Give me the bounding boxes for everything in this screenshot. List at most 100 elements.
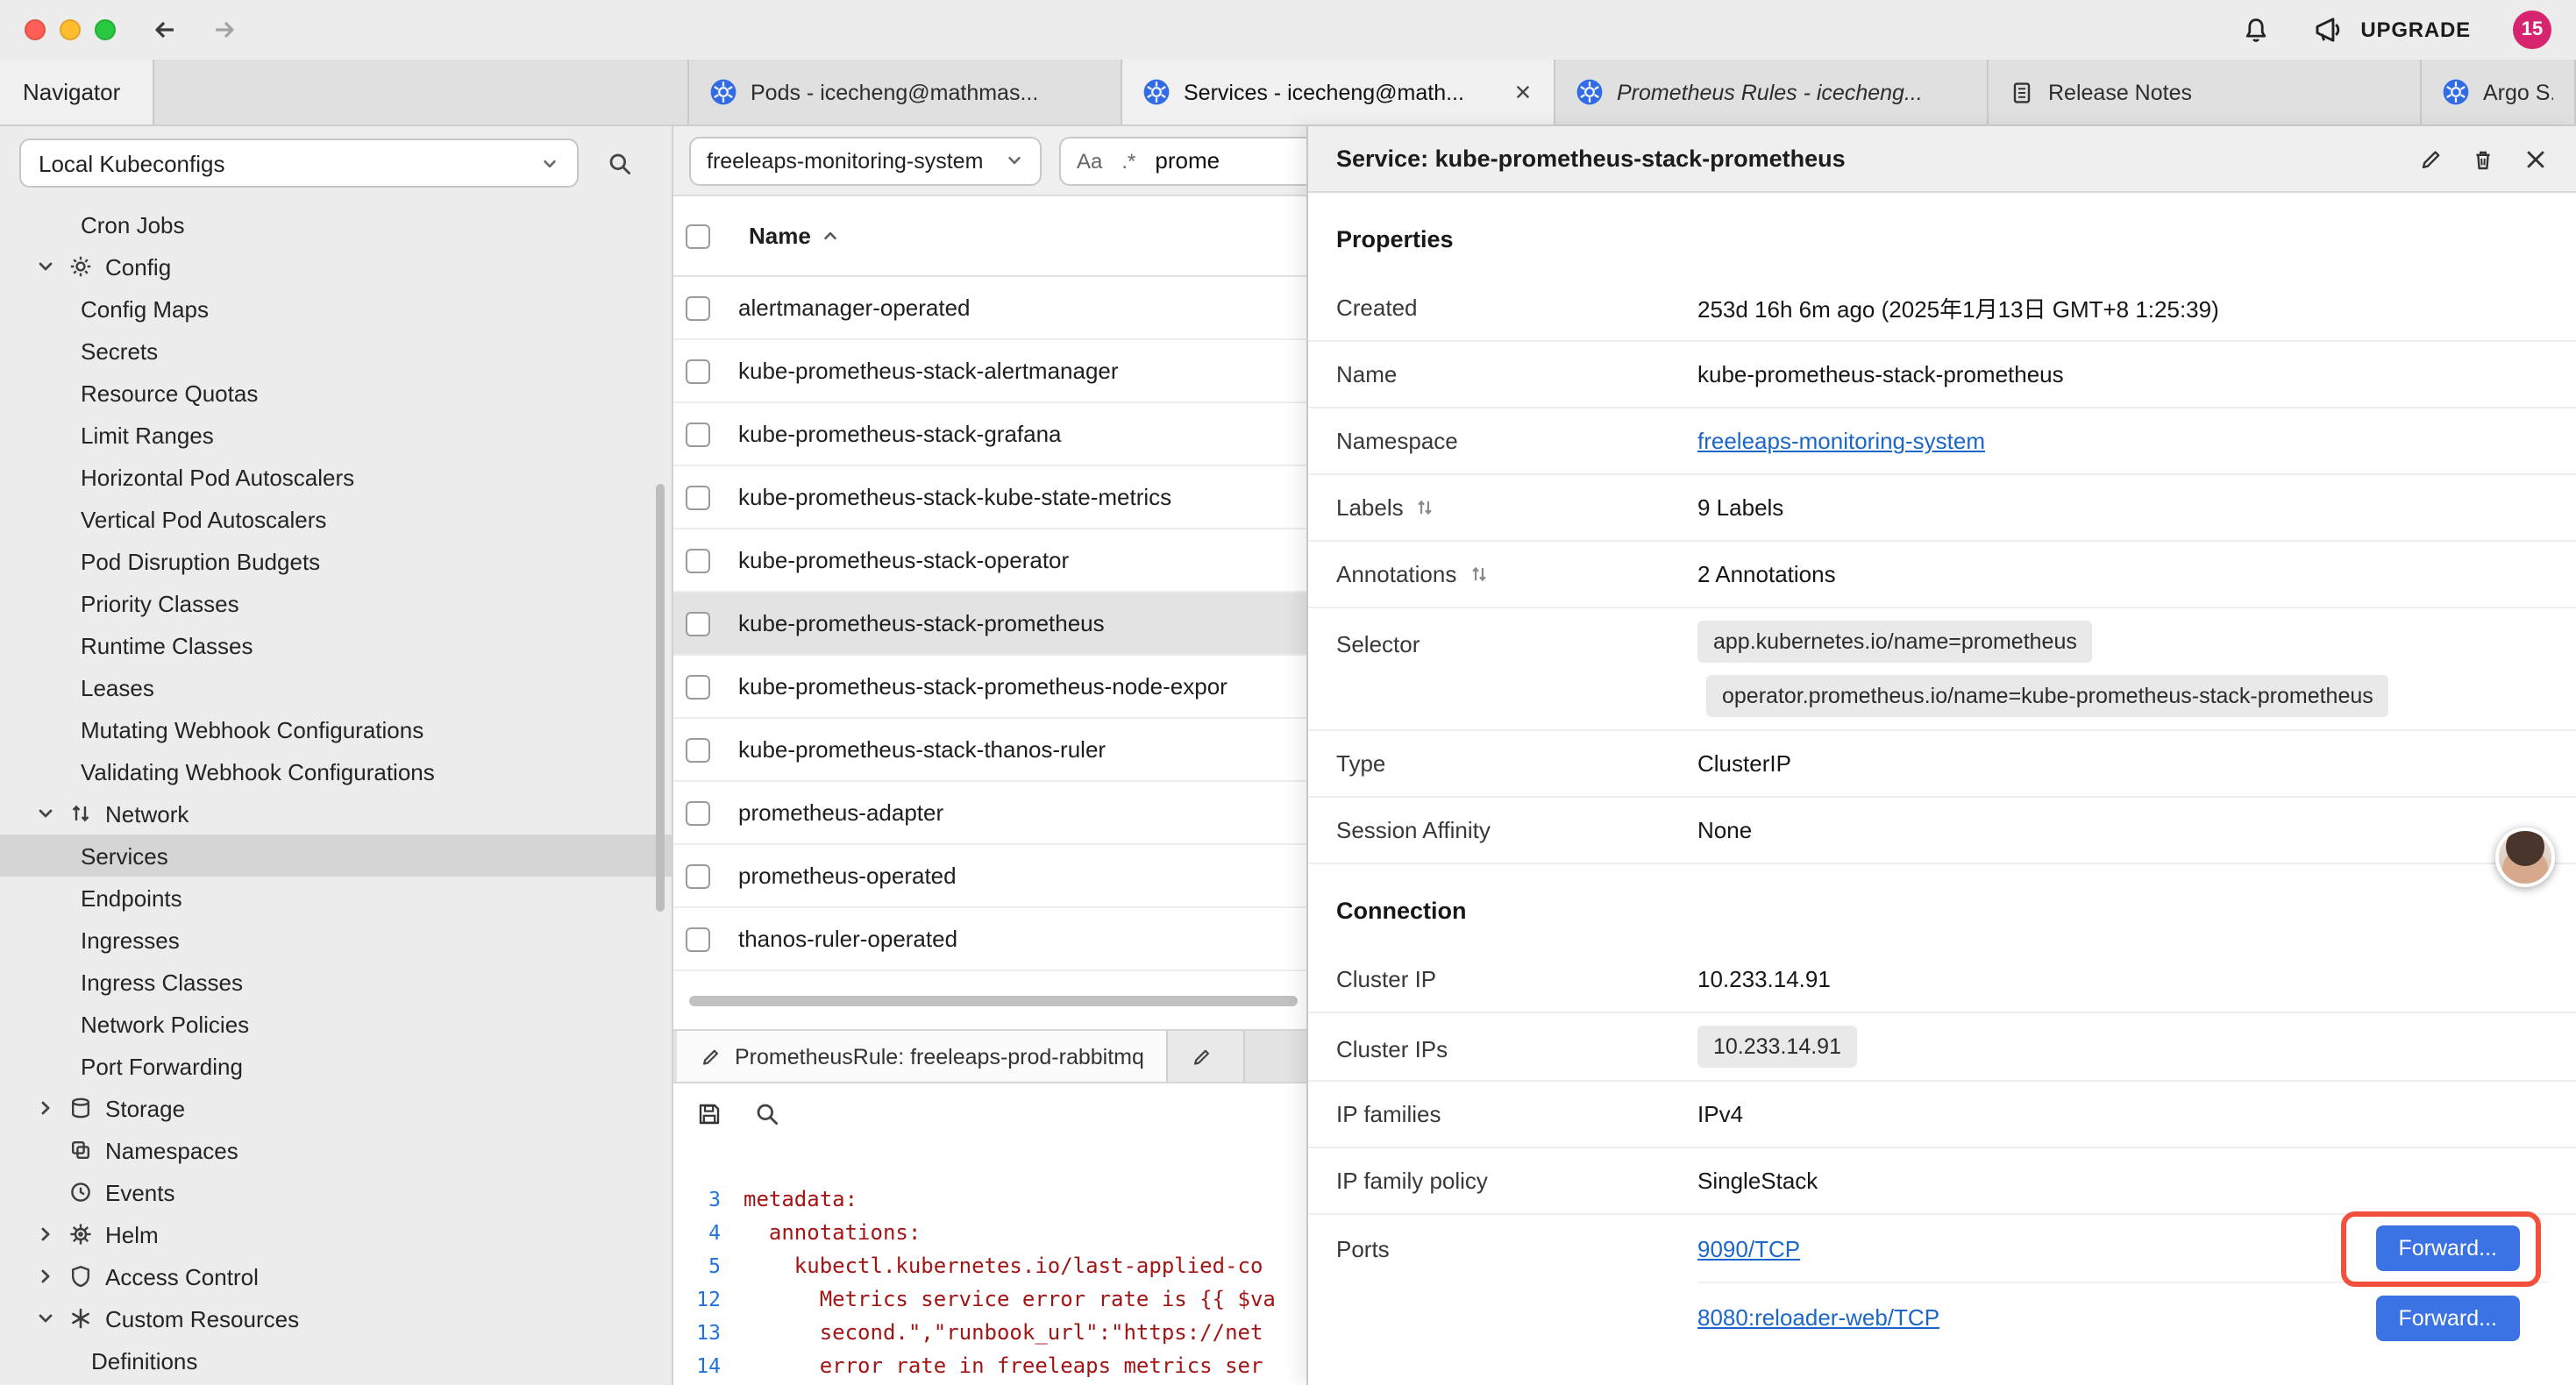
chevron-down-icon[interactable] [32,799,60,827]
back-arrow-icon[interactable] [151,16,179,44]
tab-prometheus-rules-icecheng[interactable]: Prometheus Rules - icecheng... [1555,60,1989,124]
close-icon[interactable] [1513,82,1533,102]
navigator-tab[interactable]: Navigator [0,60,154,124]
sidebar-item-validating-webhook-configurations[interactable]: Validating Webhook Configurations [0,750,672,792]
bell-icon[interactable] [2241,15,2271,45]
sidebar-item-vertical-pod-autoscalers[interactable]: Vertical Pod Autoscalers [0,498,672,540]
namespaces-icon [67,1137,93,1163]
sidebar-item-ingress-classes[interactable]: Ingress Classes [0,961,672,1003]
sidebar-item-horizontal-pod-autoscalers[interactable]: Horizontal Pod Autoscalers [0,456,672,498]
row-checkbox[interactable] [686,800,710,825]
service-name: kube-prometheus-stack-prometheus-node-ex… [738,673,1228,700]
field-label: IP families [1336,1101,1697,1127]
row-checkbox[interactable] [686,611,710,636]
megaphone-icon [2313,14,2345,46]
chevron-right-icon[interactable] [32,1262,60,1290]
kubeconfig-selector-value: Local Kubeconfigs [39,150,225,176]
namespace-selector[interactable]: freeleaps-monitoring-system [689,136,1042,185]
sidebar-item-custom-resources[interactable]: Custom Resources [0,1297,672,1339]
regex-toggle[interactable]: .* [1121,148,1135,173]
trash-icon[interactable] [2471,146,2495,171]
row-checkbox[interactable] [686,485,710,509]
sidebar-item-mutating-webhook-configurations[interactable]: Mutating Webhook Configurations [0,708,672,750]
row-checkbox[interactable] [686,737,710,762]
row-checkbox[interactable] [686,422,710,446]
tab-pods-icecheng-mathmas[interactable]: Pods - icecheng@mathmas... [689,60,1122,124]
row-checkbox[interactable] [686,295,710,320]
row-checkbox[interactable] [686,674,710,699]
port-link[interactable]: 9090/TCP [1697,1235,1800,1261]
sidebar-item-storage[interactable]: Storage [0,1087,672,1129]
sidebar-item-events[interactable]: Events [0,1171,672,1213]
sidebar-item-helm[interactable]: Helm [0,1213,672,1255]
sidebar-item-runtime-classes[interactable]: Runtime Classes [0,624,672,666]
close-window-button[interactable] [25,19,46,40]
save-icon[interactable] [696,1100,722,1126]
upgrade-button[interactable]: UPGRADE [2313,14,2471,46]
sidebar-item-endpoints[interactable]: Endpoints [0,877,672,919]
row-checkbox[interactable] [686,863,710,888]
chevron-down-icon[interactable] [32,1304,60,1332]
notification-badge[interactable]: 15 [2513,11,2551,49]
sidebar-item-config[interactable]: Config [0,245,672,288]
field-link[interactable]: freeleaps-monitoring-system [1697,428,1985,454]
minimize-window-button[interactable] [60,19,81,40]
sidebar-item-label: Access Control [105,1263,259,1289]
row-checkbox[interactable] [686,359,710,383]
search-icon[interactable] [754,1100,780,1126]
sidebar-item-secrets[interactable]: Secrets [0,330,672,372]
zoom-window-button[interactable] [95,19,116,40]
edit-icon[interactable] [2418,146,2443,171]
search-input[interactable]: prome [1155,147,1220,174]
match-case-toggle[interactable]: Aa [1077,148,1102,173]
sidebar-item-definitions[interactable]: Definitions [0,1339,672,1381]
tab-argo-s[interactable]: Argo S... [2422,60,2576,124]
sidebar-scrollbar[interactable] [656,484,665,912]
sidebar-item-network[interactable]: Network [0,792,672,835]
sidebar-item-priority-classes[interactable]: Priority Classes [0,582,672,624]
sort-ascending-icon[interactable] [822,226,841,245]
select-all-checkbox[interactable] [686,224,710,248]
name-column-header[interactable]: Name [749,223,811,249]
sidebar-item-leases[interactable]: Leases [0,666,672,708]
row-checkbox[interactable] [686,927,710,951]
kubeconfig-selector[interactable]: Local Kubeconfigs [19,138,579,188]
sidebar-item-limit-ranges[interactable]: Limit Ranges [0,414,672,456]
forward-arrow-icon[interactable] [210,16,238,44]
sort-toggle-icon[interactable] [1469,565,1488,584]
sidebar-item-network-policies[interactable]: Network Policies [0,1003,672,1045]
sidebar-item-namespaces[interactable]: Namespaces [0,1129,672,1171]
forward-button[interactable]: Forward... [2375,1225,2520,1271]
field-value: ClusterIP [1697,750,2548,777]
tab-services-icecheng-math[interactable]: Services - icecheng@math... [1122,60,1555,124]
service-name: prometheus-adapter [738,799,943,826]
sidebar-item-port-forwarding[interactable]: Port Forwarding [0,1045,672,1087]
sidebar-item-label: Ingress Classes [81,969,243,995]
editor-tab-partial[interactable] [1169,1031,1246,1082]
chevron-down-icon[interactable] [32,252,60,281]
sidebar-item-label: Services [81,842,168,869]
editor-tab-prometheusrule[interactable]: PrometheusRule: freeleaps-prod-rabbitmq [677,1031,1169,1082]
sort-toggle-icon[interactable] [1416,498,1435,517]
tab-release-notes[interactable]: Release Notes [1989,60,2422,124]
sidebar-item-pod-disruption-budgets[interactable]: Pod Disruption Budgets [0,540,672,582]
sidebar-item-cron-jobs[interactable]: Cron Jobs [0,203,672,245]
horizontal-scrollbar[interactable] [689,996,1298,1006]
field-value: 9090/TCP Forward... 8080:reloader-web/TCP F… [1697,1215,2548,1352]
chevron-right-icon[interactable] [32,1220,60,1248]
user-avatar[interactable] [2495,827,2555,887]
sidebar-item-services[interactable]: Services [0,835,672,877]
sidebar-item-ingresses[interactable]: Ingresses [0,919,672,961]
detail-row-name: Namekube-prometheus-stack-prometheus [1308,342,2576,408]
gear-icon [67,253,93,280]
search-icon[interactable] [607,150,633,176]
close-icon[interactable] [2523,146,2548,171]
chevron-right-icon[interactable] [32,1094,60,1122]
forward-button[interactable]: Forward... [2375,1295,2520,1340]
sidebar-item-config-maps[interactable]: Config Maps [0,288,672,330]
row-checkbox[interactable] [686,548,710,572]
sidebar-item-access-control[interactable]: Access Control [0,1255,672,1297]
sidebar-item-label: Runtime Classes [81,632,253,658]
sidebar-item-resource-quotas[interactable]: Resource Quotas [0,372,672,414]
port-link[interactable]: 8080:reloader-web/TCP [1697,1304,1939,1331]
